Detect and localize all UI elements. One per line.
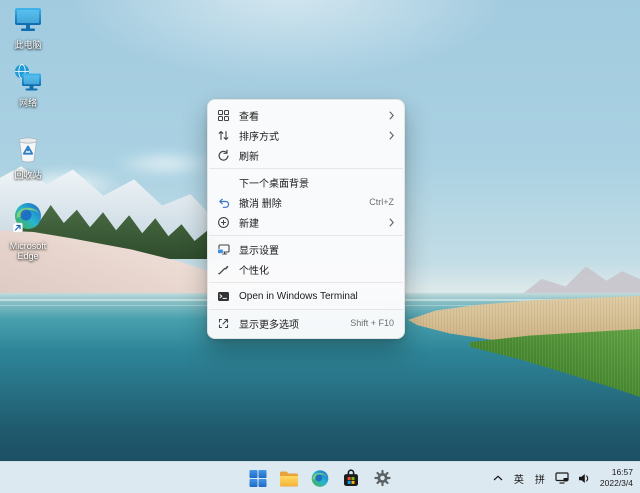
store-bag-icon <box>341 468 362 489</box>
network-button[interactable] <box>552 466 572 490</box>
gear-icon <box>372 468 392 488</box>
menu-item-label: 显示设置 <box>239 242 394 257</box>
menu-item-label: 撤消 删除 <box>239 195 361 210</box>
ime-mode-button[interactable]: 拼 <box>531 466 549 490</box>
display-settings-icon <box>217 243 230 256</box>
menu-item-icon-spacer <box>217 176 230 189</box>
undo-icon <box>217 196 230 209</box>
desktop-screen: 此电脑 网络 回收站 <box>0 0 640 493</box>
edge-button[interactable] <box>308 466 333 491</box>
this-pc-icon <box>13 6 43 33</box>
menu-item-personalize[interactable]: 个性化 <box>208 259 404 279</box>
start-button[interactable] <box>246 466 271 491</box>
desktop-icon-label: 回收站 <box>2 170 54 180</box>
network-icon <box>13 64 43 91</box>
menu-item-shortcut: Ctrl+Z <box>369 197 394 207</box>
menu-item-label: 个性化 <box>239 262 394 277</box>
menu-item-sort-by[interactable]: 排序方式 <box>208 125 404 145</box>
desktop-icon-this-pc[interactable]: 此电脑 <box>2 6 54 50</box>
store-button[interactable] <box>339 466 364 491</box>
ime-language-button[interactable]: 英 <box>510 466 528 490</box>
menu-item-label: 下一个桌面背景 <box>239 175 394 190</box>
chevron-right-icon <box>389 218 394 227</box>
new-item-icon <box>217 216 230 229</box>
context-menu: 查看 排序方式 刷新 下一个桌面背景 <box>207 99 405 339</box>
menu-item-next-desktop-background[interactable]: 下一个桌面背景 <box>208 172 404 192</box>
menu-item-undo-delete[interactable]: 撤消 删除 Ctrl+Z <box>208 192 404 212</box>
edge-icon <box>12 202 44 234</box>
tray-chevron-button[interactable] <box>489 466 507 490</box>
sort-arrows-icon <box>217 129 230 142</box>
menu-item-view[interactable]: 查看 <box>208 105 404 125</box>
view-grid-icon <box>217 109 230 122</box>
desktop-icon-edge[interactable]: Microsoft Edge <box>2 202 54 262</box>
desktop-icon-recycle-bin[interactable]: 回收站 <box>2 134 54 180</box>
menu-item-label: 查看 <box>239 108 381 123</box>
chevron-up-icon <box>493 475 503 481</box>
desktop-icon-label: 此电脑 <box>2 40 54 50</box>
taskbar-tray: 英 拼 16:57 2022/3/4 <box>489 462 637 493</box>
recycle-bin-icon <box>14 134 42 163</box>
menu-item-open-in-windows-terminal[interactable]: Open in Windows Terminal <box>208 286 404 306</box>
menu-item-show-more-options[interactable]: 显示更多选项 Shift + F10 <box>208 313 404 333</box>
menu-separator <box>209 168 403 169</box>
menu-separator <box>209 309 403 310</box>
chevron-right-icon <box>389 131 394 140</box>
desktop-icon-label: Microsoft Edge <box>2 241 54 262</box>
windows-start-icon <box>249 469 268 488</box>
volume-button[interactable] <box>575 466 593 490</box>
clock-date: 2022/3/4 <box>600 478 633 489</box>
refresh-icon <box>217 149 230 162</box>
show-more-icon <box>217 317 230 330</box>
speaker-icon <box>578 473 590 484</box>
taskbar-clock[interactable]: 16:57 2022/3/4 <box>596 467 637 489</box>
menu-item-label: 排序方式 <box>239 128 381 143</box>
settings-button[interactable] <box>370 466 395 491</box>
edge-browser-icon <box>311 469 330 488</box>
folder-icon <box>279 469 300 488</box>
menu-item-refresh[interactable]: 刷新 <box>208 145 404 165</box>
menu-separator <box>209 282 403 283</box>
menu-item-display-settings[interactable]: 显示设置 <box>208 239 404 259</box>
menu-separator <box>209 235 403 236</box>
network-ethernet-icon <box>555 472 569 484</box>
menu-item-new[interactable]: 新建 <box>208 212 404 232</box>
desktop-icon-network[interactable]: 网络 <box>2 64 54 108</box>
chevron-right-icon <box>389 111 394 120</box>
menu-item-label: 新建 <box>239 215 381 230</box>
personalize-icon <box>217 263 230 276</box>
taskbar: 英 拼 16:57 2022/3/4 <box>0 461 640 493</box>
file-explorer-button[interactable] <box>277 466 302 491</box>
menu-item-label: 显示更多选项 <box>239 316 342 331</box>
terminal-icon <box>217 290 230 303</box>
clock-time: 16:57 <box>600 467 633 478</box>
menu-item-shortcut: Shift + F10 <box>350 318 394 328</box>
menu-item-label: Open in Windows Terminal <box>239 291 394 302</box>
desktop-icon-label: 网络 <box>2 98 54 108</box>
taskbar-center-buttons <box>246 462 395 493</box>
menu-item-label: 刷新 <box>239 148 394 163</box>
